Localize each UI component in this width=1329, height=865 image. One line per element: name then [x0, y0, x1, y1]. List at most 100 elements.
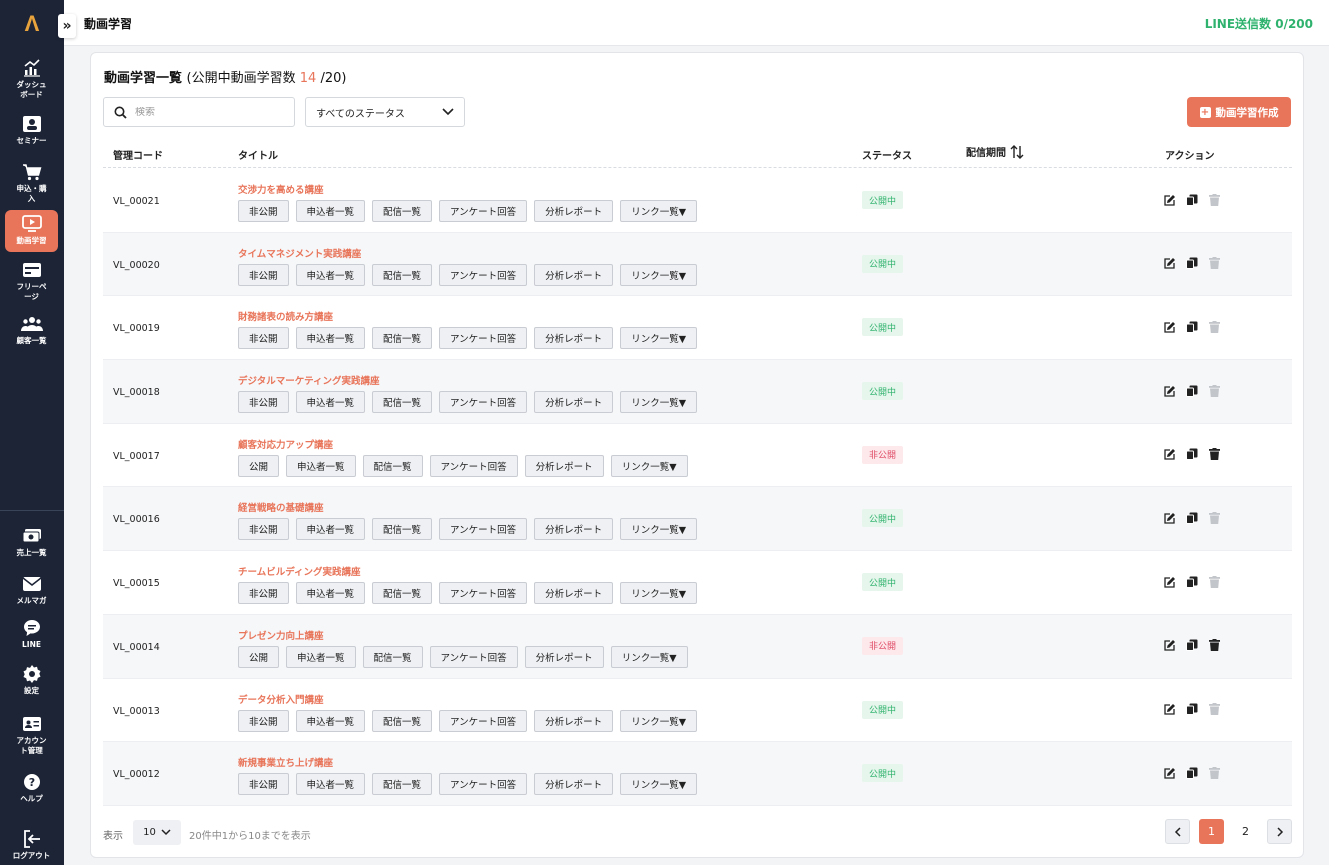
toggle-publish-button[interactable]: 非公開 — [238, 200, 289, 222]
links-dropdown-button[interactable]: リンク一覧▼ — [620, 200, 697, 222]
toggle-publish-button[interactable]: 非公開 — [238, 582, 289, 605]
sidebar-item-chat[interactable]: LINE — [5, 614, 58, 650]
video-title-link[interactable]: 経営戦略の基礎講座 — [238, 500, 324, 514]
toggle-publish-button[interactable]: 非公開 — [238, 327, 289, 350]
analysis-report-button[interactable]: 分析レポート — [534, 773, 614, 796]
links-dropdown-button[interactable]: リンク一覧▼ — [620, 773, 697, 796]
copy-icon[interactable] — [1186, 703, 1198, 716]
expand-sidebar-button[interactable]: » — [58, 14, 76, 38]
links-dropdown-button[interactable]: リンク一覧▼ — [620, 582, 697, 605]
trash-icon[interactable] — [1208, 448, 1220, 461]
analysis-report-button[interactable]: 分析レポート — [534, 582, 614, 605]
edit-icon[interactable] — [1164, 257, 1176, 270]
deliveries-button[interactable]: 配信一覧 — [362, 645, 423, 668]
sidebar-item-cart[interactable]: 申込・購 入 — [5, 158, 58, 204]
deliveries-button[interactable]: 配信一覧 — [372, 582, 433, 605]
status-filter-select[interactable]: すべてのステータス — [305, 97, 465, 127]
sidebar-item-users[interactable]: 顧客一覧 — [5, 310, 58, 346]
prev-page-button[interactable] — [1165, 819, 1190, 844]
copy-icon[interactable] — [1186, 766, 1198, 779]
applicants-button[interactable]: 申込者一覧 — [295, 327, 366, 350]
applicants-button[interactable]: 申込者一覧 — [286, 454, 356, 477]
deliveries-button[interactable]: 配信一覧 — [362, 454, 423, 477]
applicants-button[interactable]: 申込者一覧 — [295, 582, 366, 605]
sidebar-item-id-card[interactable]: アカウン ト管理 — [5, 710, 58, 756]
page-1-button[interactable]: 1 — [1199, 819, 1224, 844]
video-title-link[interactable]: デジタルマーケティング実践講座 — [238, 373, 380, 387]
copy-icon[interactable] — [1186, 448, 1198, 461]
app-logo[interactable]: Λ — [0, 0, 64, 48]
edit-icon[interactable] — [1164, 384, 1176, 397]
sidebar-item-money[interactable]: 売上一覧 — [5, 522, 58, 558]
applicants-button[interactable]: 申込者一覧 — [295, 773, 366, 796]
survey-answers-button[interactable]: アンケート回答 — [439, 518, 528, 541]
deliveries-button[interactable]: 配信一覧 — [372, 391, 433, 414]
analysis-report-button[interactable]: 分析レポート — [534, 518, 614, 541]
applicants-button[interactable]: 申込者一覧 — [286, 645, 356, 668]
toggle-publish-button[interactable]: 公開 — [238, 454, 280, 477]
analysis-report-button[interactable]: 分析レポート — [534, 709, 614, 732]
search-input[interactable] — [135, 106, 275, 118]
links-dropdown-button[interactable]: リンク一覧▼ — [620, 263, 697, 286]
edit-icon[interactable] — [1164, 511, 1176, 524]
video-title-link[interactable]: 顧客対応力アップ講座 — [238, 437, 333, 451]
deliveries-button[interactable]: 配信一覧 — [372, 263, 433, 286]
survey-answers-button[interactable]: アンケート回答 — [439, 200, 528, 222]
copy-icon[interactable] — [1186, 384, 1198, 397]
sidebar-item-mail[interactable]: メルマガ — [5, 570, 58, 606]
sidebar-item-video[interactable]: 動画学習 — [5, 210, 58, 252]
survey-answers-button[interactable]: アンケート回答 — [439, 773, 528, 796]
survey-answers-button[interactable]: アンケート回答 — [429, 645, 518, 668]
deliveries-button[interactable]: 配信一覧 — [372, 709, 433, 732]
edit-icon[interactable] — [1164, 448, 1176, 461]
survey-answers-button[interactable]: アンケート回答 — [439, 263, 528, 286]
per-page-select[interactable]: 10 — [133, 820, 181, 845]
video-title-link[interactable]: タイムマネジメント実践講座 — [238, 246, 361, 260]
toggle-publish-button[interactable]: 非公開 — [238, 773, 289, 796]
survey-answers-button[interactable]: アンケート回答 — [439, 582, 528, 605]
copy-icon[interactable] — [1186, 320, 1198, 333]
sidebar-item-page[interactable]: フリーペ ージ — [5, 256, 58, 302]
video-title-link[interactable]: チームビルディング実践講座 — [238, 564, 361, 578]
toggle-publish-button[interactable]: 非公開 — [238, 391, 289, 414]
create-video-button[interactable]: + 動画学習作成 — [1187, 97, 1291, 127]
toggle-publish-button[interactable]: 公開 — [238, 645, 280, 668]
edit-icon[interactable] — [1164, 193, 1176, 206]
edit-icon[interactable] — [1164, 766, 1176, 779]
copy-icon[interactable] — [1186, 193, 1198, 206]
edit-icon[interactable] — [1164, 703, 1176, 716]
edit-icon[interactable] — [1164, 320, 1176, 333]
sort-icon[interactable] — [1010, 144, 1024, 159]
links-dropdown-button[interactable]: リンク一覧▼ — [610, 454, 688, 477]
survey-answers-button[interactable]: アンケート回答 — [439, 391, 528, 414]
toggle-publish-button[interactable]: 非公開 — [238, 263, 289, 286]
analysis-report-button[interactable]: 分析レポート — [534, 263, 614, 286]
links-dropdown-button[interactable]: リンク一覧▼ — [620, 327, 697, 350]
links-dropdown-button[interactable]: リンク一覧▼ — [620, 709, 697, 732]
page-2-button[interactable]: 2 — [1233, 819, 1258, 844]
applicants-button[interactable]: 申込者一覧 — [295, 263, 366, 286]
deliveries-button[interactable]: 配信一覧 — [372, 200, 433, 222]
edit-icon[interactable] — [1164, 575, 1176, 588]
trash-icon[interactable] — [1208, 639, 1220, 652]
toggle-publish-button[interactable]: 非公開 — [238, 518, 289, 541]
sidebar-item-help[interactable]: ? ヘルプ — [5, 768, 58, 804]
applicants-button[interactable]: 申込者一覧 — [295, 518, 366, 541]
search-box[interactable] — [103, 97, 295, 127]
analysis-report-button[interactable]: 分析レポート — [534, 327, 614, 350]
copy-icon[interactable] — [1186, 257, 1198, 270]
edit-icon[interactable] — [1164, 639, 1176, 652]
deliveries-button[interactable]: 配信一覧 — [372, 327, 433, 350]
analysis-report-button[interactable]: 分析レポート — [524, 645, 604, 668]
copy-icon[interactable] — [1186, 575, 1198, 588]
video-title-link[interactable]: 交渉力を高める講座 — [238, 182, 324, 196]
toggle-publish-button[interactable]: 非公開 — [238, 709, 289, 732]
sidebar-item-logout[interactable]: ログアウト — [5, 825, 58, 861]
applicants-button[interactable]: 申込者一覧 — [295, 391, 366, 414]
video-title-link[interactable]: プレゼン力向上講座 — [238, 628, 324, 642]
video-title-link[interactable]: 新規事業立ち上げ講座 — [238, 755, 333, 769]
links-dropdown-button[interactable]: リンク一覧▼ — [620, 391, 697, 414]
survey-answers-button[interactable]: アンケート回答 — [439, 327, 528, 350]
applicants-button[interactable]: 申込者一覧 — [295, 709, 366, 732]
video-title-link[interactable]: データ分析入門講座 — [238, 692, 324, 706]
